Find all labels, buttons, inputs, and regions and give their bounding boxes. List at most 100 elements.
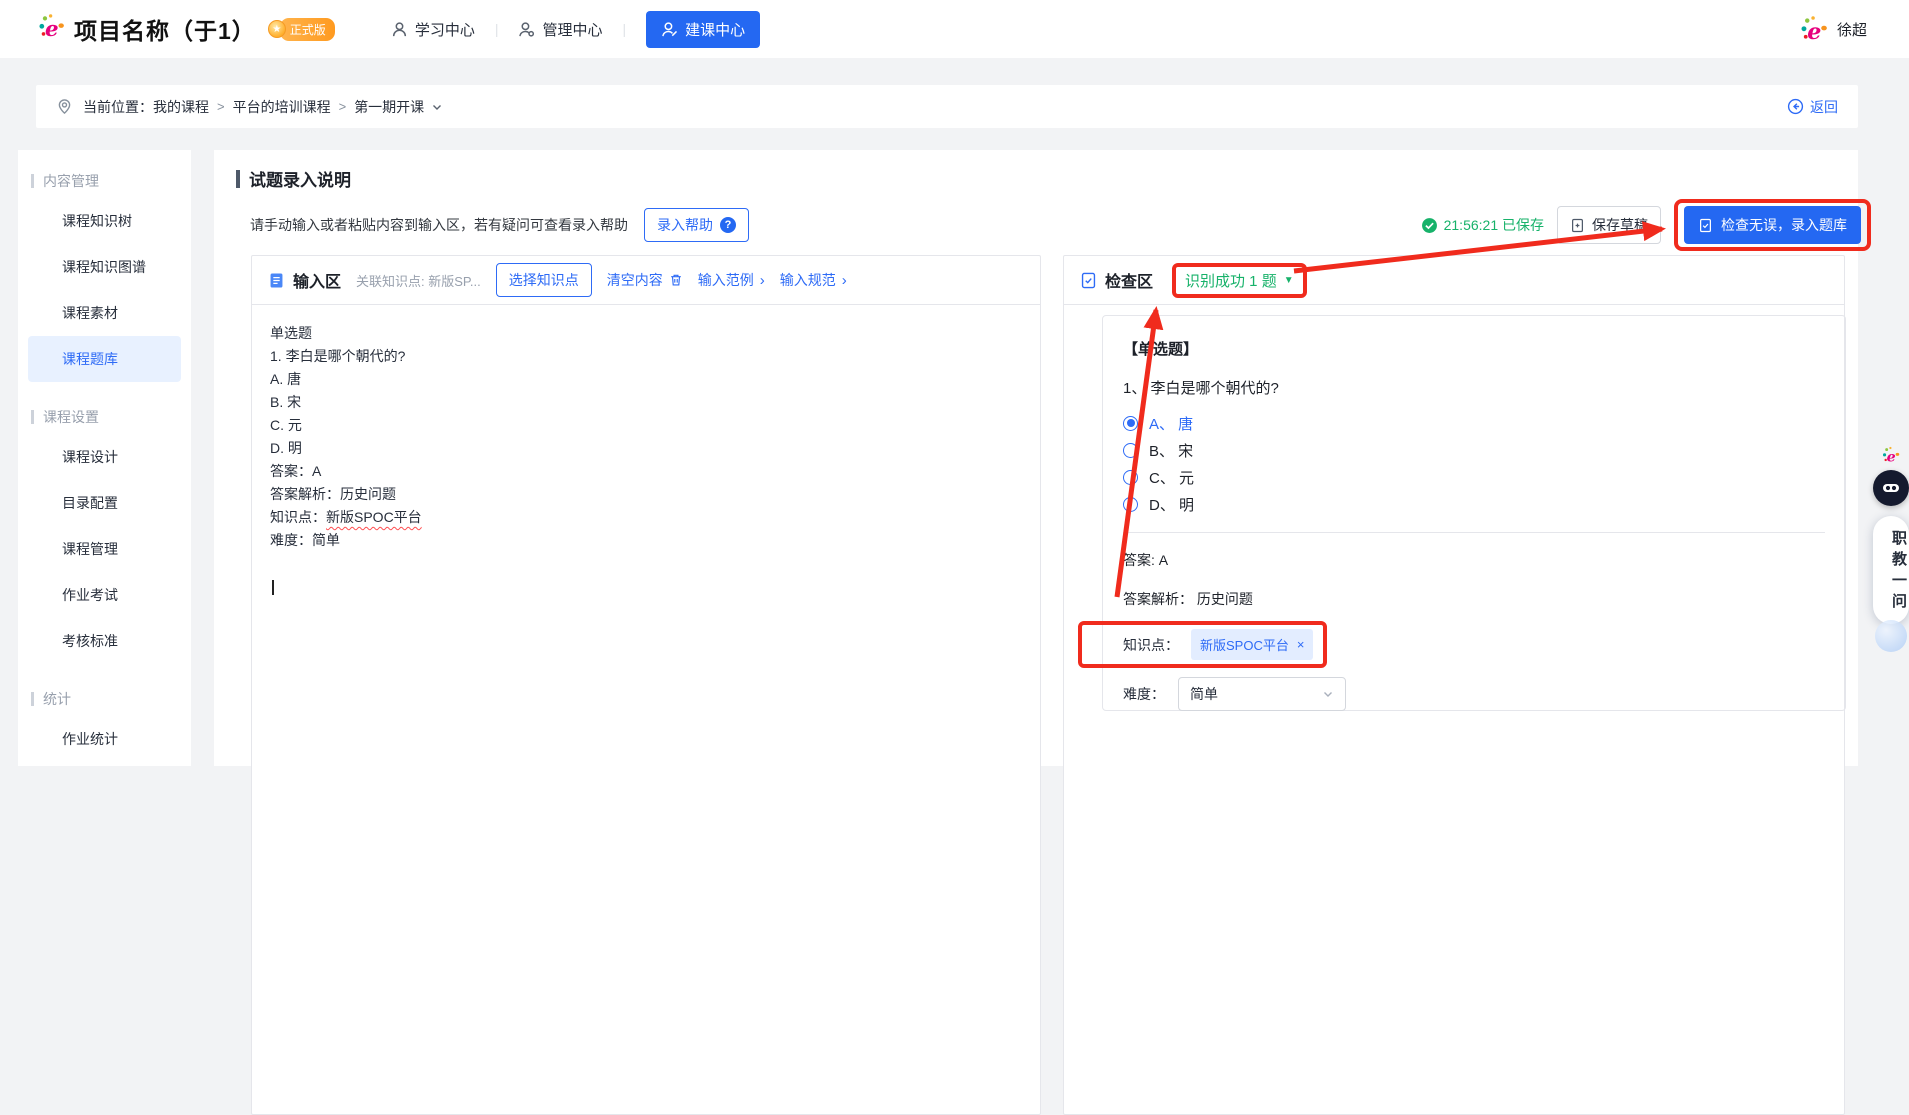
option-label: D、 明 <box>1149 494 1194 515</box>
save-draft-label: 保存草稿 <box>1592 215 1648 235</box>
input-standard-label: 输入规范 <box>780 270 836 290</box>
app-header: e 项目名称（于1） ★ 正式版 学习中心 | 管理中心 | 建课中心 e <box>0 0 1909 58</box>
breadcrumb-prefix: 当前位置： <box>83 97 153 117</box>
saved-status: 21:56:21 已保存 <box>1421 215 1544 235</box>
option-c[interactable]: C、 元 <box>1123 468 1825 486</box>
sidebar-item-homework-stats[interactable]: 作业统计 <box>28 716 181 762</box>
clear-content-button[interactable]: 清空内容 <box>607 270 683 290</box>
title-bar <box>236 170 240 188</box>
option-label: C、 元 <box>1149 467 1194 488</box>
assistant-ball-icon[interactable] <box>1875 620 1907 652</box>
description-text: 请手动输入或者粘贴内容到输入区，若有疑问可查看录入帮助 <box>250 215 628 235</box>
nav-label: 建课中心 <box>685 19 745 40</box>
radio-icon[interactable] <box>1123 443 1138 458</box>
submit-to-bank-button[interactable]: 检查无误，录入题库 <box>1684 206 1861 244</box>
breadcrumb-item-my-courses[interactable]: 我的课程 <box>153 97 209 117</box>
page-title: 试题录入说明 <box>236 166 351 191</box>
sidebar-item-question-bank[interactable]: 课程题库 <box>28 336 181 382</box>
breadcrumb: 当前位置： 我的课程 > 平台的培训课程 > 第一期开课 返回 <box>36 85 1858 128</box>
nav-separator: | <box>622 21 626 37</box>
option-label: A、 唐 <box>1149 413 1193 434</box>
difficulty-label: 难度： <box>1123 684 1165 704</box>
document-plus-icon <box>1570 218 1585 233</box>
header-actions: 21:56:21 已保存 保存草稿 检查无误，录入题库 <box>1421 200 1871 250</box>
nav-label: 学习中心 <box>415 19 475 40</box>
input-example-label: 输入范例 <box>698 270 754 290</box>
page-title-label: 试题录入说明 <box>249 166 351 191</box>
location-pin-icon <box>56 98 73 115</box>
input-example-link[interactable]: 输入范例 › <box>698 270 765 290</box>
input-line: 答案解析：历史问题 <box>270 483 1022 506</box>
input-line: B. 宋 <box>270 391 1022 414</box>
check-area-icon <box>1080 272 1097 289</box>
input-line: D. 明 <box>270 437 1022 460</box>
medal-icon: ★ <box>268 20 286 38</box>
input-line: C. 元 <box>270 414 1022 437</box>
sidebar: 内容管理 课程知识树 课程知识图谱 课程素材 课程题库 课程设置 课程设计 目录… <box>18 150 191 766</box>
section-title: 统计 <box>43 689 71 709</box>
chevron-right-icon: › <box>760 273 765 288</box>
sidebar-item-knowledge-graph[interactable]: 课程知识图谱 <box>28 244 181 290</box>
check-area-panel: 检查区 识别成功 1 题 ▼ 【单选题】 1、 李白是哪个朝代的? A、 唐 B… <box>1063 255 1845 1115</box>
sidebar-item-course-manage[interactable]: 课程管理 <box>28 526 181 572</box>
option-a[interactable]: A、 唐 <box>1123 414 1825 432</box>
section-title: 课程设置 <box>43 407 99 427</box>
red-annotation-box-knowledge: 知识点： 新版SPOC平台 × <box>1078 621 1327 668</box>
input-standard-link[interactable]: 输入规范 › <box>780 270 847 290</box>
option-d[interactable]: D、 明 <box>1123 495 1825 513</box>
nav-item-admin-center[interactable]: 管理中心 <box>518 19 602 40</box>
question-card: 【单选题】 1、 李白是哪个朝代的? A、 唐 B、 宋 C、 元 D、 明 <box>1102 315 1846 711</box>
option-b[interactable]: B、 宋 <box>1123 441 1825 459</box>
sidebar-section-content: 内容管理 <box>18 164 191 198</box>
select-knowledge-button[interactable]: 选择知识点 <box>496 263 592 297</box>
question-options: A、 唐 B、 宋 C、 元 D、 明 <box>1123 414 1825 513</box>
chevron-down-icon[interactable] <box>431 101 443 113</box>
widget-logo-icon: e <box>1882 446 1900 464</box>
answer-row: 答案: A <box>1123 550 1825 570</box>
app-logo-icon[interactable]: e <box>38 13 65 45</box>
difficulty-value: 简单 <box>1190 684 1218 704</box>
sidebar-item-course-material[interactable]: 课程素材 <box>28 290 181 336</box>
knowledge-label: 知识点： <box>1123 635 1179 655</box>
analysis-row: 答案解析： 历史问题 <box>1123 589 1825 609</box>
difficulty-select[interactable]: 简单 <box>1178 677 1346 711</box>
trash-icon <box>669 273 683 287</box>
user-avatar: e <box>1800 15 1828 43</box>
version-badge-label: 正式版 <box>280 18 335 41</box>
input-line: 答案：A <box>270 460 1022 483</box>
breadcrumb-item-training-course[interactable]: 平台的培训课程 <box>233 97 331 117</box>
save-draft-button[interactable]: 保存草稿 <box>1557 206 1661 244</box>
status-dropdown-icon[interactable]: ▼ <box>1284 275 1294 286</box>
sidebar-item-catalog-config[interactable]: 目录配置 <box>28 480 181 526</box>
knowledge-tag[interactable]: 新版SPOC平台 × <box>1191 629 1313 660</box>
sidebar-item-course-design[interactable]: 课程设计 <box>28 434 181 480</box>
back-label: 返回 <box>1810 97 1838 117</box>
input-textarea[interactable]: 单选题 1. 李白是哪个朝代的? A. 唐 B. 宋 C. 元 D. 明 答案：… <box>252 305 1040 805</box>
entry-help-button[interactable]: 录入帮助 ? <box>644 208 749 242</box>
user-menu[interactable]: e 徐超 <box>1800 15 1867 43</box>
breadcrumb-item-first-session[interactable]: 第一期开课 <box>354 97 424 117</box>
sidebar-item-knowledge-tree[interactable]: 课程知识树 <box>28 198 181 244</box>
sidebar-item-homework-exam[interactable]: 作业考试 <box>28 572 181 618</box>
person-pencil-icon <box>661 21 678 38</box>
radio-icon[interactable] <box>1123 470 1138 485</box>
input-area-header: 输入区 关联知识点: 新版SP... 选择知识点 清空内容 输入范例 › 输入规… <box>252 256 1040 305</box>
chevron-right-icon: › <box>842 273 847 288</box>
input-area-panel: 输入区 关联知识点: 新版SP... 选择知识点 清空内容 输入范例 › 输入规… <box>251 255 1041 1115</box>
robot-assistant-icon[interactable] <box>1873 470 1909 506</box>
entry-help-label: 录入帮助 <box>657 215 713 235</box>
red-annotation-box-status: 识别成功 1 题 ▼ <box>1172 263 1307 298</box>
tag-close-icon[interactable]: × <box>1297 638 1305 651</box>
svg-text:e: e <box>1887 449 1896 464</box>
radio-icon[interactable] <box>1123 497 1138 512</box>
nav-item-course-builder[interactable]: 建课中心 <box>646 11 760 48</box>
input-line: A. 唐 <box>270 368 1022 391</box>
input-line-knowledge: 知识点：新版SPOC平台 <box>270 506 1022 529</box>
back-button[interactable]: 返回 <box>1787 97 1838 117</box>
assistant-label[interactable]: 职教一问 <box>1873 516 1909 624</box>
radio-selected-icon[interactable] <box>1123 416 1138 431</box>
main-nav: 学习中心 | 管理中心 | 建课中心 <box>391 11 760 48</box>
sidebar-item-assessment-standard[interactable]: 考核标准 <box>28 618 181 664</box>
check-area-title: 检查区 <box>1080 268 1153 292</box>
nav-item-learning-center[interactable]: 学习中心 <box>391 19 475 40</box>
